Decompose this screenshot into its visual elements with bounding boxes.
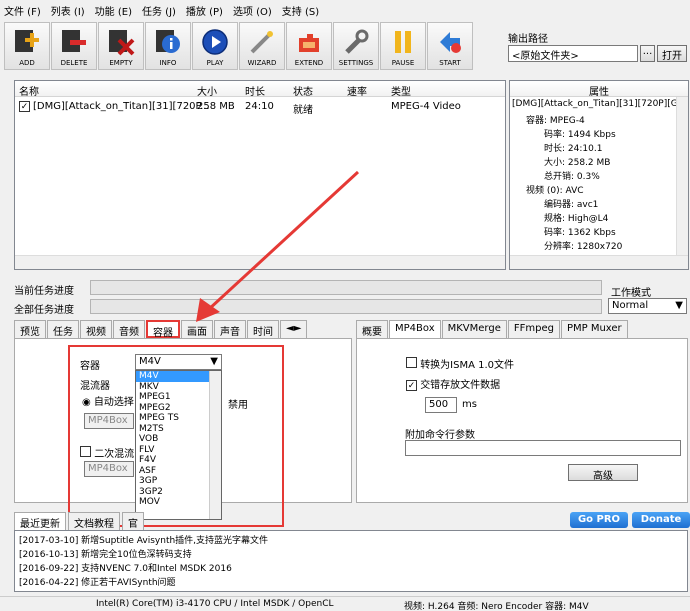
annotation-arrow	[196, 170, 360, 322]
